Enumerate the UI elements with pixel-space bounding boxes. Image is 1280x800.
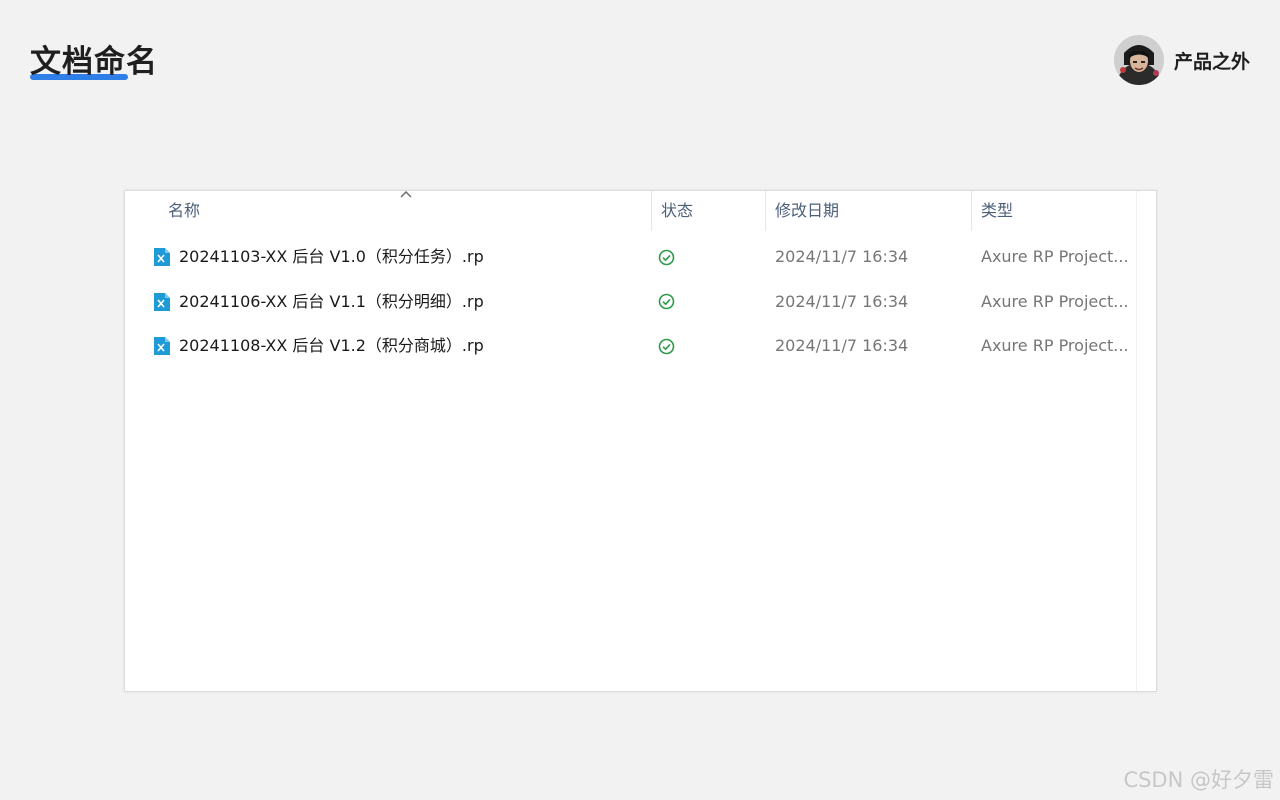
file-name-cell[interactable]: 20241106-XX 后台 V1.1（积分明细）.rp (153, 280, 643, 325)
file-status-cell (658, 280, 688, 325)
file-name: 20241106-XX 后台 V1.1（积分明细）.rp (179, 291, 484, 311)
column-name[interactable]: 名称 (159, 191, 649, 231)
column-status-label: 状态 (661, 201, 694, 220)
file-row[interactable]: 20241108-XX 后台 V1.2（积分商城）.rp 2024/11/7 1… (125, 324, 1136, 369)
scroll-edge (1136, 191, 1137, 691)
column-modified-label: 修改日期 (775, 201, 840, 220)
slide-title: 文档命名 (30, 40, 158, 84)
file-type: Axure RP Project... (981, 247, 1129, 266)
synced-check-icon (658, 338, 675, 355)
avatar (1113, 35, 1164, 85)
synced-check-icon (658, 249, 675, 266)
file-status-cell (658, 235, 688, 280)
file-explorer: 名称 状态 修改日期 类型 20241103-XX 后台 V1.0（积分任务）.… (124, 190, 1157, 692)
synced-check-icon (658, 293, 675, 310)
column-modified[interactable]: 修改日期 (766, 191, 971, 231)
axure-file-icon (154, 292, 170, 311)
file-name-cell[interactable]: 20241108-XX 后台 V1.2（积分商城）.rp (153, 324, 643, 369)
column-type[interactable]: 类型 (972, 191, 1136, 231)
file-list: 20241103-XX 后台 V1.0（积分任务）.rp 2024/11/7 1… (125, 235, 1136, 369)
file-row[interactable]: 20241103-XX 后台 V1.0（积分任务）.rp 2024/11/7 1… (125, 235, 1136, 280)
brand-name: 产品之外 (1173, 50, 1250, 73)
file-modified: 2024/11/7 16:34 (775, 336, 909, 355)
column-status[interactable]: 状态 (652, 191, 765, 231)
axure-file-icon (154, 337, 170, 356)
watermark: CSDN @好夕雷 (1123, 768, 1274, 792)
file-type: Axure RP Project... (981, 291, 1129, 311)
file-type: Axure RP Project... (981, 336, 1129, 355)
slide-title-text: 文档命名 (30, 44, 158, 80)
brand: 产品之外 (1113, 35, 1250, 85)
column-type-label: 类型 (981, 201, 1014, 220)
file-row[interactable]: 20241106-XX 后台 V1.1（积分明细）.rp 2024/11/7 1… (125, 280, 1136, 325)
file-modified: 2024/11/7 16:34 (775, 247, 909, 266)
column-name-label: 名称 (168, 201, 201, 220)
file-name-cell[interactable]: 20241103-XX 后台 V1.0（积分任务）.rp (153, 235, 643, 280)
axure-file-icon (154, 248, 170, 267)
file-modified: 2024/11/7 16:34 (775, 291, 909, 311)
file-name: 20241108-XX 后台 V1.2（积分商城）.rp (179, 336, 484, 356)
column-header: 名称 状态 修改日期 类型 (125, 191, 1136, 231)
file-status-cell (658, 324, 688, 369)
file-name: 20241103-XX 后台 V1.0（积分任务）.rp (179, 247, 484, 267)
